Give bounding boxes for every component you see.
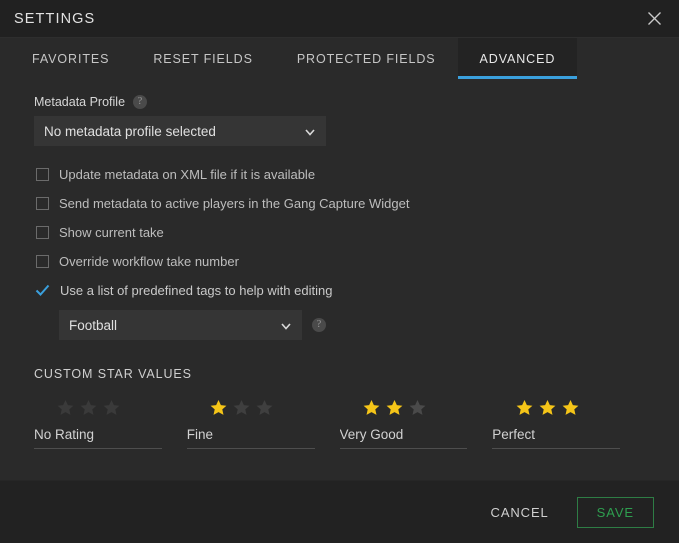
- metadata-profile-label-row: Metadata Profile ?: [34, 95, 645, 109]
- star-icon[interactable]: [515, 398, 534, 417]
- star-value-input-2[interactable]: [339, 425, 468, 449]
- tab-label: PROTECTED FIELDS: [296, 51, 436, 66]
- star-icon[interactable]: [255, 398, 274, 417]
- star-icon[interactable]: [408, 398, 427, 417]
- star-icon[interactable]: [79, 398, 98, 417]
- star-column-very-good: [339, 395, 493, 449]
- checkbox-show-current-take[interactable]: Show current take: [34, 218, 645, 247]
- tag-list-select[interactable]: Football: [59, 310, 302, 340]
- help-icon[interactable]: ?: [133, 95, 148, 109]
- star-icon[interactable]: [56, 398, 75, 417]
- metadata-profile-value: No metadata profile selected: [44, 123, 216, 139]
- checkbox-update-metadata-xml[interactable]: Update metadata on XML file if it is ava…: [34, 160, 645, 189]
- custom-star-values-title: CUSTOM STAR VALUES: [34, 367, 192, 381]
- help-icon[interactable]: ?: [312, 318, 326, 332]
- star-icon[interactable]: [362, 398, 381, 417]
- checkbox-unchecked-icon: [36, 255, 49, 268]
- star-icon[interactable]: [561, 398, 580, 417]
- settings-dialog: SETTINGS FAVORITES RESET FIELDS PROTECTE…: [0, 0, 679, 543]
- checkbox-label: Send metadata to active players in the G…: [59, 196, 410, 211]
- tab-advanced[interactable]: ADVANCED: [457, 38, 578, 79]
- checkbox-label: Show current take: [59, 225, 164, 240]
- dialog-titlebar: SETTINGS: [0, 0, 679, 38]
- star-column-fine: [186, 395, 340, 449]
- tab-label: RESET FIELDS: [153, 51, 253, 66]
- checkbox-label: Use a list of predefined tags to help wi…: [60, 283, 333, 298]
- checkbox-unchecked-icon: [36, 226, 49, 239]
- star-icon[interactable]: [102, 398, 121, 417]
- page-title: SETTINGS: [14, 10, 96, 27]
- cancel-button[interactable]: CANCEL: [481, 497, 559, 528]
- close-button[interactable]: [637, 2, 671, 35]
- tab-favorites[interactable]: FAVORITES: [10, 38, 131, 79]
- tag-list-row: Football ?: [59, 310, 645, 340]
- checkbox-send-metadata-gang-capture[interactable]: Send metadata to active players in the G…: [34, 189, 645, 218]
- save-button[interactable]: SAVE: [576, 496, 654, 528]
- checkbox-label: Update metadata on XML file if it is ava…: [59, 167, 316, 182]
- star-value-input-3[interactable]: [492, 425, 620, 449]
- metadata-profile-select[interactable]: No metadata profile selected: [34, 116, 326, 146]
- advanced-panel: Metadata Profile ? No metadata profile s…: [0, 79, 679, 480]
- star-rating-2[interactable]: [340, 395, 468, 419]
- custom-star-values-grid: [34, 395, 645, 449]
- star-icon[interactable]: [232, 398, 251, 417]
- advanced-checkbox-list: Update metadata on XML file if it is ava…: [34, 160, 645, 340]
- star-value-input-1[interactable]: [186, 425, 315, 449]
- star-icon[interactable]: [385, 398, 404, 417]
- tab-protected-fields[interactable]: PROTECTED FIELDS: [275, 38, 458, 79]
- settings-tabbar: FAVORITES RESET FIELDS PROTECTED FIELDS …: [0, 38, 679, 79]
- star-column-perfect: [492, 395, 645, 449]
- star-rating-0[interactable]: [34, 395, 162, 419]
- checkbox-checked-icon: [35, 283, 50, 298]
- star-rating-3[interactable]: [492, 395, 620, 419]
- checkbox-use-predefined-tags[interactable]: Use a list of predefined tags to help wi…: [34, 276, 645, 305]
- checkbox-override-workflow-take-number[interactable]: Override workflow take number: [34, 247, 645, 276]
- dialog-footer: CANCEL SAVE: [0, 480, 679, 543]
- tag-list-value: Football: [69, 317, 118, 333]
- close-icon: [647, 11, 662, 26]
- star-icon[interactable]: [538, 398, 557, 417]
- star-value-input-0[interactable]: [34, 425, 162, 449]
- checkbox-unchecked-icon: [36, 197, 49, 210]
- star-rating-1[interactable]: [187, 395, 315, 419]
- star-column-no-rating: [34, 395, 187, 449]
- tab-label: FAVORITES: [32, 51, 110, 66]
- chevron-down-icon: [304, 125, 316, 137]
- checkbox-label: Override workflow take number: [59, 254, 239, 269]
- tab-label: ADVANCED: [479, 51, 556, 66]
- tab-reset-fields[interactable]: RESET FIELDS: [131, 38, 274, 79]
- checkbox-unchecked-icon: [36, 168, 49, 181]
- metadata-profile-label: Metadata Profile: [34, 95, 126, 109]
- chevron-down-icon: [280, 319, 292, 331]
- star-icon[interactable]: [209, 398, 228, 417]
